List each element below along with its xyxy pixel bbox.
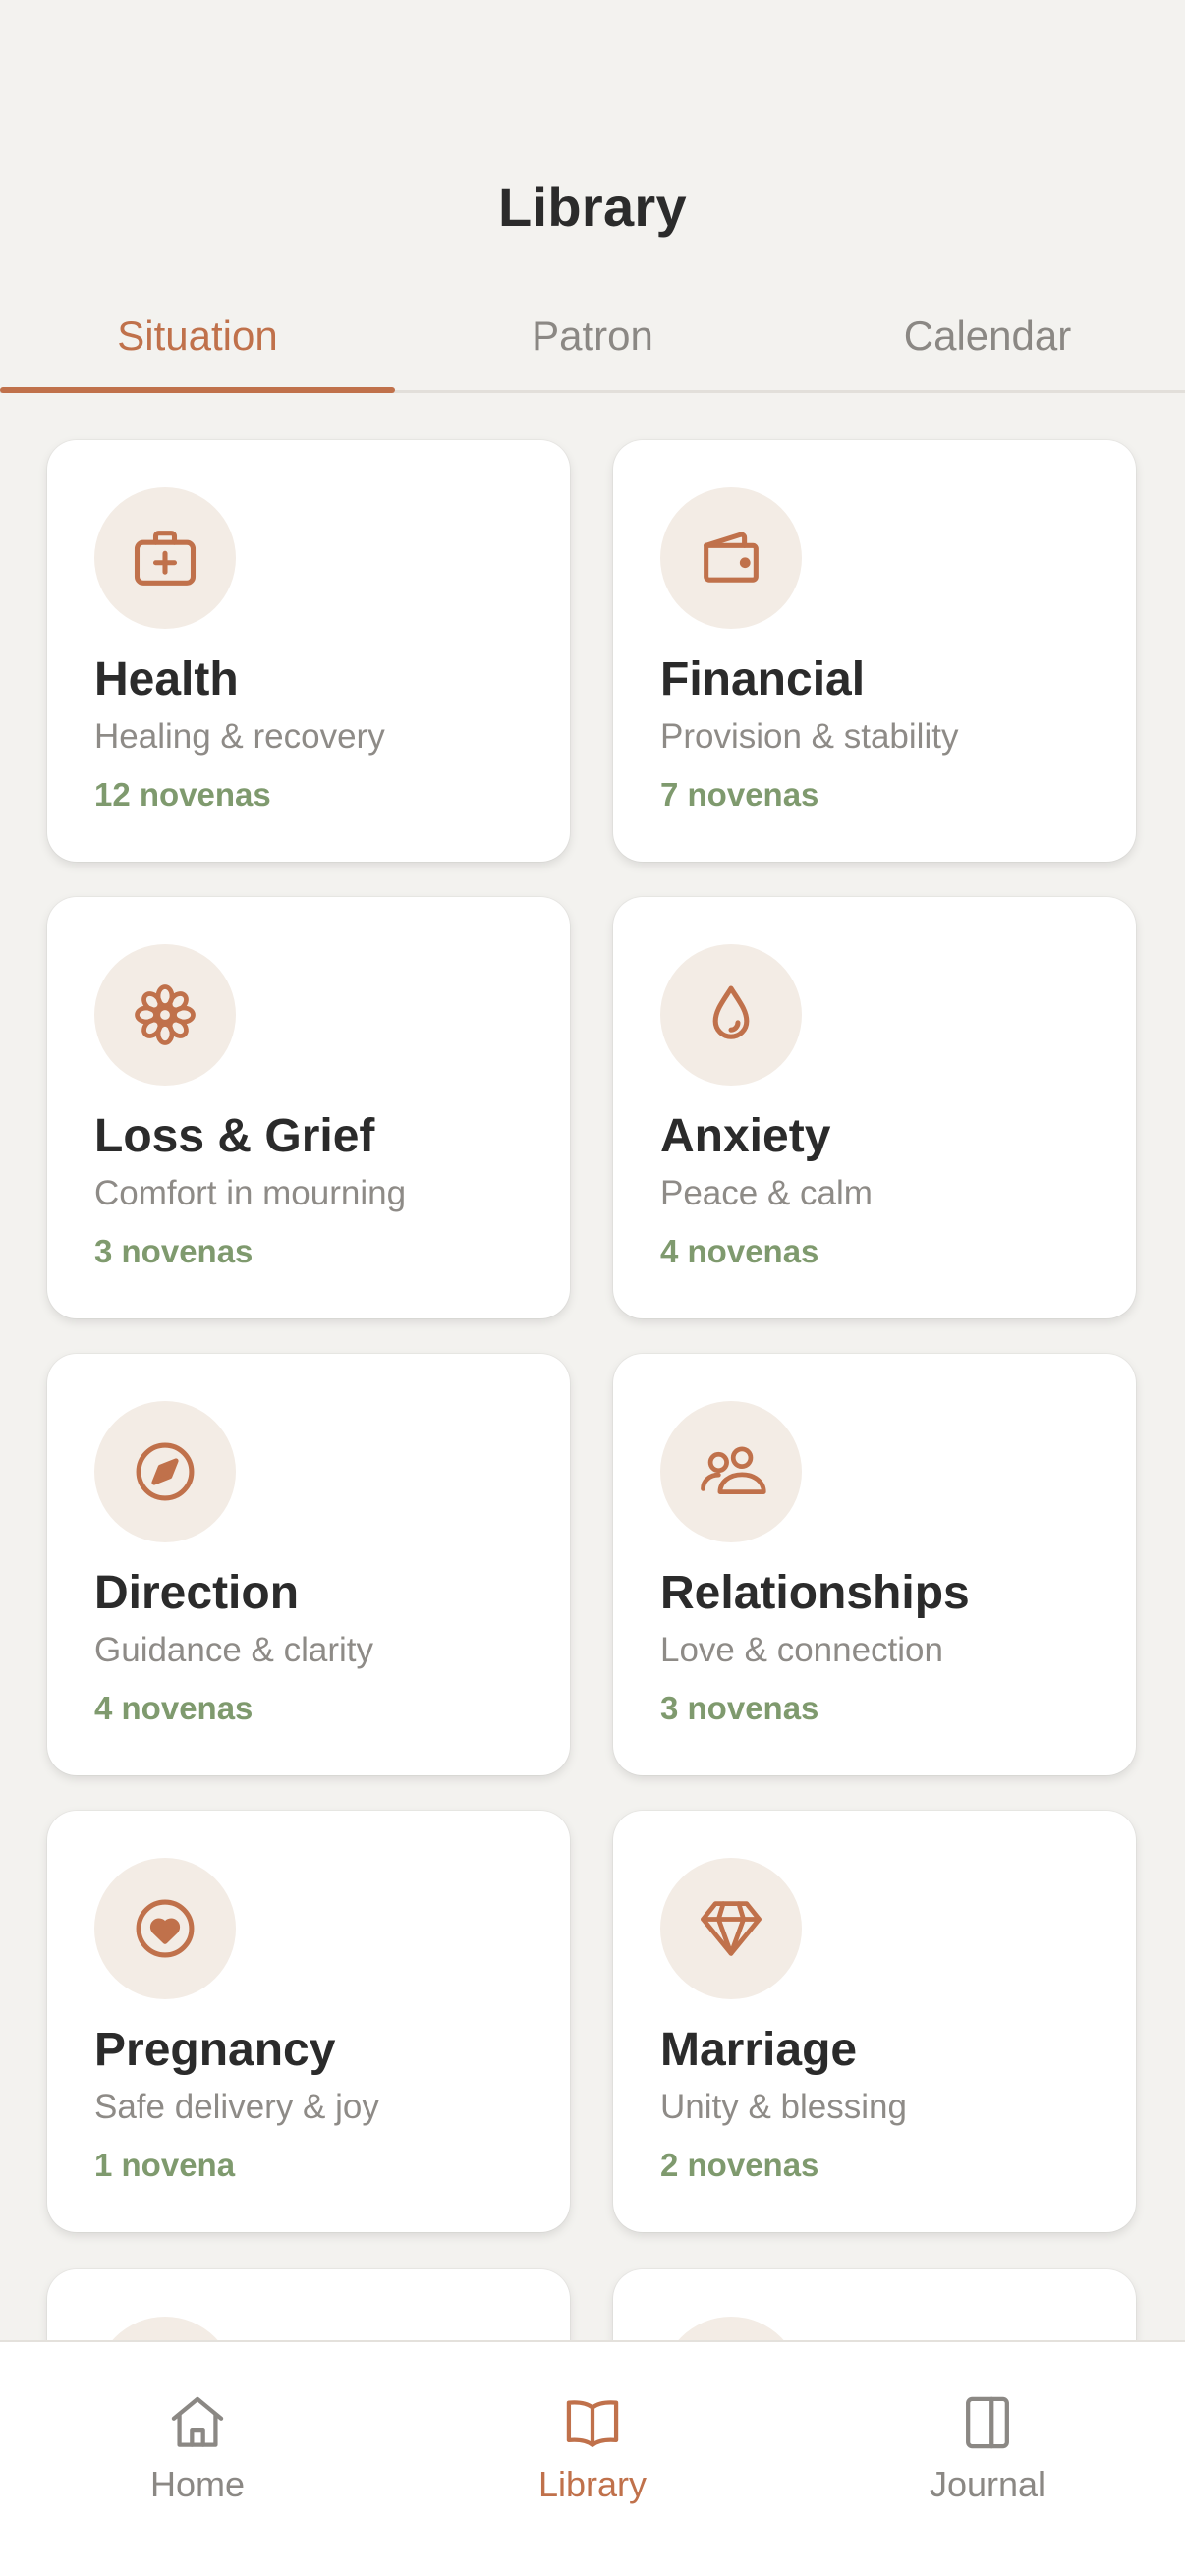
card-title: Health bbox=[94, 653, 239, 705]
tab-patron[interactable]: Patron bbox=[395, 295, 790, 390]
category-card-pregnancy[interactable]: Pregnancy Safe delivery & joy 1 novena bbox=[47, 1811, 570, 2232]
header: Library Situation Patron Calendar bbox=[0, 0, 1185, 393]
diamond-icon bbox=[660, 1858, 802, 1999]
medical-kit-icon bbox=[94, 487, 236, 629]
nav-library[interactable]: Library bbox=[395, 2342, 790, 2576]
category-card-loss-grief[interactable]: Loss & Grief Comfort in mourning 3 noven… bbox=[47, 897, 570, 1318]
people-icon bbox=[660, 1401, 802, 1542]
card-title: Direction bbox=[94, 1567, 300, 1619]
card-count: 1 novena bbox=[94, 2147, 236, 2183]
card-subtitle: Healing & recovery bbox=[94, 717, 385, 756]
compass-icon bbox=[94, 1401, 236, 1542]
card-subtitle: Provision & stability bbox=[660, 717, 959, 756]
card-count: 2 novenas bbox=[660, 2147, 819, 2183]
card-count: 12 novenas bbox=[94, 776, 271, 812]
card-title: Relationships bbox=[660, 1567, 970, 1619]
card-title: Pregnancy bbox=[94, 2024, 336, 2076]
tab-situation[interactable]: Situation bbox=[0, 295, 395, 393]
category-card-direction[interactable]: Direction Guidance & clarity 4 novenas bbox=[47, 1354, 570, 1775]
card-count: 4 novenas bbox=[660, 1233, 819, 1269]
nav-label: Home bbox=[149, 2464, 246, 2504]
flower-icon bbox=[94, 944, 236, 1086]
home-icon bbox=[171, 2396, 224, 2447]
nav-label: Library bbox=[537, 2464, 648, 2504]
tab-calendar[interactable]: Calendar bbox=[790, 295, 1185, 390]
category-grid: Health Healing & recovery 12 novenas Fin… bbox=[47, 440, 1138, 2232]
droplet-icon bbox=[660, 944, 802, 1086]
card-subtitle: Safe delivery & joy bbox=[94, 2088, 379, 2126]
card-title: Loss & Grief bbox=[94, 1110, 375, 1162]
card-title: Marriage bbox=[660, 2024, 858, 2076]
category-card-financial[interactable]: Financial Provision & stability 7 novena… bbox=[613, 440, 1136, 862]
card-subtitle: Comfort in mourning bbox=[94, 1174, 407, 1212]
card-subtitle: Guidance & clarity bbox=[94, 1631, 374, 1669]
nav-journal[interactable]: Journal bbox=[790, 2342, 1185, 2576]
card-title: Anxiety bbox=[660, 1110, 831, 1162]
category-card-relationships[interactable]: Relationships Love & connection 3 novena… bbox=[613, 1354, 1136, 1775]
card-count: 3 novenas bbox=[94, 1233, 254, 1269]
journal-icon bbox=[966, 2396, 1009, 2449]
card-title: Financial bbox=[660, 653, 866, 705]
bottom-nav: Home Library Journal bbox=[0, 2340, 1185, 2576]
card-count: 7 novenas bbox=[660, 776, 819, 812]
nav-home[interactable]: Home bbox=[0, 2342, 395, 2576]
category-card-health[interactable]: Health Healing & recovery 12 novenas bbox=[47, 440, 570, 862]
heart-circle-icon bbox=[94, 1858, 236, 1999]
card-subtitle: Love & connection bbox=[660, 1631, 943, 1669]
nav-label: Journal bbox=[929, 2464, 1046, 2504]
wallet-icon bbox=[660, 487, 802, 629]
tab-bar: Situation Patron Calendar bbox=[0, 295, 1185, 393]
card-count: 4 novenas bbox=[94, 1690, 254, 1726]
page-title: Library bbox=[498, 176, 687, 238]
category-card-marriage[interactable]: Marriage Unity & blessing 2 novenas bbox=[613, 1811, 1136, 2232]
card-subtitle: Peace & calm bbox=[660, 1174, 873, 1212]
card-subtitle: Unity & blessing bbox=[660, 2088, 907, 2126]
category-card-anxiety[interactable]: Anxiety Peace & calm 4 novenas bbox=[613, 897, 1136, 1318]
card-count: 3 novenas bbox=[660, 1690, 819, 1726]
book-icon bbox=[566, 2400, 619, 2447]
